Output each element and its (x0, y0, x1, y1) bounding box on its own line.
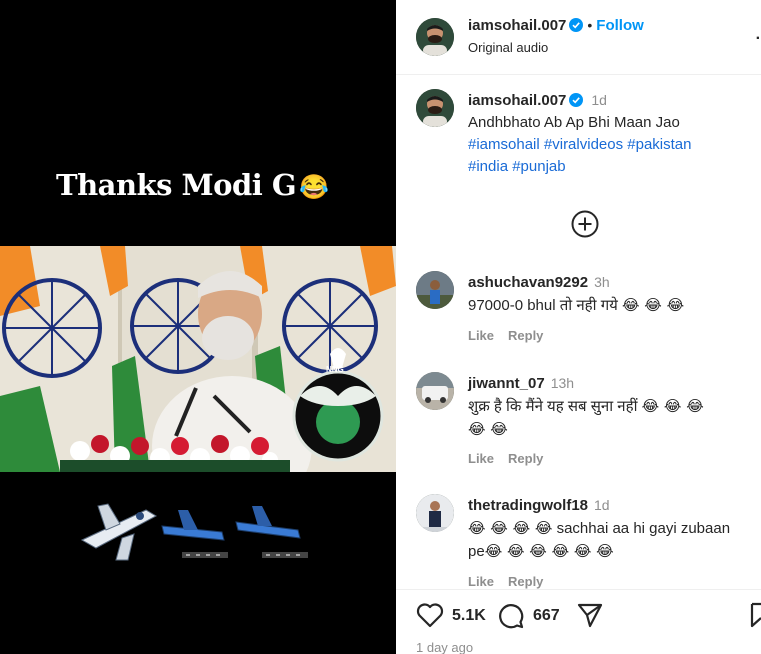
airplane-icon (80, 503, 158, 561)
verified-badge-icon (569, 93, 584, 107)
more-options-glyph: · (755, 30, 761, 47)
post-sidebar: iamsohail.007 • Follow Original audio · ia… (396, 0, 761, 654)
author-username[interactable]: iamsohail.007 (468, 17, 566, 34)
reply-comment-button[interactable]: Reply (508, 574, 543, 589)
hashtag-link[interactable]: #viralvideos (544, 136, 623, 153)
likes-count[interactable]: 5.1K (452, 607, 486, 625)
heart-icon[interactable] (416, 602, 444, 628)
airplane-departure-icon (161, 510, 228, 558)
laughing-emoji-row: 😂 😂 😂 😂 😂 😂 (484, 542, 614, 560)
commenter-avatar[interactable] (416, 372, 454, 410)
caption-text: Andhbhato Ab Ap Bhi Maan Jao (468, 114, 680, 131)
comment-time[interactable]: 13h (551, 375, 574, 391)
laughing-emoji-row: 😂 😂 😂 (622, 296, 685, 314)
follow-button[interactable]: Follow (596, 17, 644, 34)
commenter-avatar[interactable] (416, 271, 454, 309)
reply-comment-button[interactable]: Reply (508, 328, 543, 343)
video-frame: NNG (0, 246, 396, 472)
comment-username[interactable]: thetradingwolf18 (468, 497, 588, 514)
hashtag-link[interactable]: #punjab (512, 158, 565, 175)
post-timestamp[interactable]: 1 day ago (416, 640, 473, 654)
like-comment-button[interactable]: Like (468, 451, 494, 466)
watermark-text: NNG (326, 365, 344, 374)
comment-text-continued: pe (468, 543, 485, 560)
laughing-emoji-row: 😂 😂 😂 (641, 397, 704, 415)
comment-text: शुक्र है कि मैंने यह सब सुना नहीं (468, 398, 638, 415)
commenter-avatar[interactable] (416, 494, 454, 532)
comment-time[interactable]: 3h (594, 274, 610, 290)
share-icon[interactable] (576, 602, 604, 628)
laughing-emoji-row: 😂 😂 😂 😂 (468, 519, 553, 537)
reply-comment-button[interactable]: Reply (508, 451, 543, 466)
video-overlay-caption: Thanks Modi G 😂 (56, 168, 329, 202)
comment-text: sachhai aa hi gayi zubaan (556, 520, 731, 537)
overlay-caption-text: Thanks Modi G (56, 168, 297, 202)
author-avatar[interactable] (416, 18, 454, 56)
caption-hashtags: #iamsohail #viralvideos #pakistan #india… (468, 134, 751, 178)
caption-username[interactable]: iamsohail.007 (468, 92, 566, 109)
like-comment-button[interactable]: Like (468, 574, 494, 589)
laughing-emoji: 😂 (299, 172, 329, 201)
comment-username[interactable]: ashuchavan9292 (468, 274, 588, 291)
more-options-icon[interactable]: · (756, 30, 761, 48)
comments-section[interactable]: iamsohail.007 1d Andhbhato Ab Ap Bhi Maan… (396, 75, 761, 589)
post-actions-bar: 5.1K 667 1 day ago (396, 589, 761, 654)
comment-time[interactable]: 1d (594, 497, 610, 513)
airplanes-emoji-row (80, 503, 308, 561)
airplane-departure-icon (235, 506, 308, 558)
load-more-comments-icon[interactable] (570, 209, 600, 239)
post-header: iamsohail.007 • Follow Original audio · (396, 0, 761, 75)
hashtag-link[interactable]: #pakistan (627, 136, 691, 153)
comment-text: 97000-0 bhul तो नही गये (468, 297, 618, 314)
comment-username[interactable]: jiwannt_07 (468, 375, 545, 392)
audio-label[interactable]: Original audio (468, 40, 548, 55)
laughing-emoji-row: 😂 😂 (468, 420, 508, 438)
comments-count[interactable]: 667 (533, 607, 560, 625)
caption-author-avatar[interactable] (416, 89, 454, 127)
verified-badge-icon (569, 18, 584, 32)
hashtag-link[interactable]: #india (468, 158, 508, 175)
like-comment-button[interactable]: Like (468, 328, 494, 343)
save-bookmark-icon[interactable] (750, 602, 761, 628)
separator-dot: • (587, 17, 593, 33)
comment-icon[interactable] (496, 601, 524, 629)
hashtag-link[interactable]: #iamsohail (468, 136, 540, 153)
caption-time[interactable]: 1d (591, 92, 607, 108)
video-player[interactable]: Thanks Modi G 😂 NNG (0, 0, 396, 654)
